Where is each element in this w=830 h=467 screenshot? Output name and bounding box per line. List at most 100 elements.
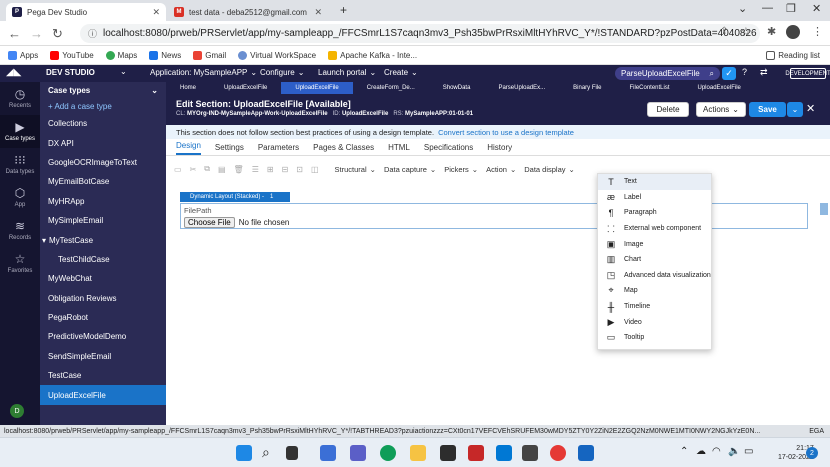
case-type-item[interactable]: TestCase [40, 366, 166, 385]
cloud-icon[interactable]: ☁ [696, 446, 706, 457]
layout-edge-handle[interactable] [820, 203, 828, 215]
split-icon[interactable]: ◫ [311, 165, 319, 174]
align-icon[interactable]: ☰ [252, 165, 259, 174]
ws-tab[interactable]: ShowData [429, 85, 485, 91]
task-view-icon[interactable] [286, 446, 298, 460]
save-button[interactable]: Save [749, 102, 786, 117]
chevron-up-icon[interactable]: ⌃ [680, 446, 688, 457]
app-icon[interactable] [468, 445, 484, 461]
pickers-menu[interactable]: Pickers ⌄ [444, 165, 478, 174]
volume-icon[interactable]: 🔈 [728, 446, 740, 457]
chevron-down-icon[interactable]: ⌄ [738, 2, 747, 15]
chevron-down-icon[interactable]: ⌄ [120, 67, 127, 76]
info-icon[interactable]: ⓘ [88, 27, 97, 40]
menu-item-label[interactable]: æ Label [598, 190, 711, 206]
terminal-icon[interactable] [522, 445, 538, 461]
menu-item-paragraph[interactable]: ¶ Paragraph [598, 205, 711, 221]
extensions-icon[interactable]: ✱ [767, 25, 776, 38]
data-capture-menu[interactable]: Data capture ⌄ [384, 165, 436, 174]
widgets-icon[interactable] [320, 445, 336, 461]
browser-tab-pega[interactable]: P Pega Dev Studio ✕ [6, 3, 166, 21]
application-menu[interactable]: Application: MySampleAPP ⌄ [150, 68, 257, 77]
insert-row-icon[interactable]: ⊞ [267, 165, 274, 174]
new-tab-button[interactable]: + [340, 3, 347, 17]
help-icon[interactable]: ? [742, 67, 747, 77]
case-type-item-selected[interactable]: UploadExcelFile [40, 385, 166, 405]
copy-icon[interactable]: ⧉ [204, 164, 210, 174]
tab-parameters[interactable]: Parameters [258, 143, 299, 155]
ws-tab[interactable]: FileContentList [615, 85, 683, 91]
nav-favorites[interactable]: ☆ Favorites [0, 247, 40, 280]
ws-tab[interactable]: Binary File [559, 85, 615, 91]
ws-tab-active[interactable]: UploadExcelFile [281, 82, 353, 94]
delete-button[interactable]: Delete [647, 102, 689, 117]
menu-item-video[interactable]: ▶ Video [598, 314, 711, 330]
nav-case-types[interactable]: ▶ Case types [0, 115, 40, 148]
bookmark-news[interactable]: News [149, 50, 181, 60]
search-icon[interactable]: ⌕ [710, 69, 714, 79]
user-avatar[interactable]: D [10, 404, 24, 418]
tab-html[interactable]: HTML [388, 143, 410, 155]
menu-item-text[interactable]: T Text [598, 174, 711, 190]
ws-tab[interactable]: UploadExcelFile [210, 85, 281, 91]
case-type-item-expanded[interactable]: ▾ MyTestCase [40, 230, 166, 249]
merge-icon[interactable]: ⊡ [296, 165, 303, 174]
studio-switcher[interactable]: DEV STUDIO [46, 68, 95, 77]
launch-portal-menu[interactable]: Launch portal ⌄ [318, 68, 376, 77]
avatar[interactable] [786, 25, 800, 39]
store-icon[interactable] [440, 445, 456, 461]
case-type-item[interactable]: MyEmailBotCase [40, 172, 166, 191]
menu-item-map[interactable]: ⌖ Map [598, 283, 711, 299]
convert-section-link[interactable]: Convert section to use a design template [438, 128, 574, 137]
case-type-item[interactable]: Collections [40, 114, 166, 133]
close-window-icon[interactable]: ✕ [812, 2, 821, 15]
nav-data-types[interactable]: ⁝⁝⁝ Data types [0, 148, 40, 181]
reload-icon[interactable]: ↻ [52, 26, 63, 42]
bookmark-apps[interactable]: Apps [8, 50, 38, 60]
structural-menu[interactable]: Structural ⌄ [335, 165, 376, 174]
search-input[interactable]: ParseUploadExcelFile ⌕ [615, 67, 720, 80]
star-icon[interactable]: ☆ [741, 25, 751, 38]
data-display-menu[interactable]: Data display ⌄ [524, 165, 575, 174]
tab-history[interactable]: History [487, 143, 512, 155]
tab-design[interactable]: Design [176, 141, 201, 155]
case-type-item[interactable]: SendSimpleEmail [40, 347, 166, 366]
configure-menu[interactable]: Configure ⌄ [260, 68, 304, 77]
wifi-icon[interactable]: ◠ [712, 446, 721, 457]
ws-tab[interactable]: CreateForm_De... [353, 85, 429, 91]
nav-recents[interactable]: ◷ Recents [0, 82, 40, 115]
share-icon[interactable]: ⇪ [720, 26, 728, 37]
case-types-header[interactable]: Case types ⌄ [40, 82, 166, 98]
case-type-item[interactable]: PegaRobot [40, 308, 166, 327]
nav-app[interactable]: ⬡ App [0, 181, 40, 214]
check-icon[interactable]: ✓ [722, 67, 736, 80]
ws-tab[interactable]: UploadExcelFile [684, 85, 755, 91]
case-type-item[interactable]: MySimpleEmail [40, 211, 166, 230]
switch-icon[interactable]: ⇄ [760, 67, 768, 78]
tab-specifications[interactable]: Specifications [424, 143, 473, 155]
tab-settings[interactable]: Settings [215, 143, 244, 155]
chrome-icon[interactable] [550, 445, 566, 461]
delete-icon[interactable]: 🗑 [234, 165, 244, 174]
maximize-icon[interactable]: ❐ [786, 2, 796, 15]
bookmark-gmail[interactable]: Gmail [193, 50, 226, 60]
case-type-item[interactable]: PredictiveModelDemo [40, 327, 166, 346]
back-icon[interactable]: ← [8, 26, 21, 41]
menu-icon[interactable]: ⋮ [812, 25, 823, 38]
nav-records[interactable]: ≋ Records [0, 214, 40, 247]
windows-start-icon[interactable] [236, 445, 252, 461]
edge-icon[interactable] [380, 445, 396, 461]
minimize-icon[interactable]: — [762, 2, 773, 14]
tab-pages-classes[interactable]: Pages & Classes [313, 143, 374, 155]
create-menu[interactable]: Create ⌄ [384, 68, 418, 77]
case-type-item[interactable]: MyWebChat [40, 269, 166, 288]
ws-tab[interactable]: Home [166, 85, 210, 91]
menu-item-timeline[interactable]: ╫ Timeline [598, 299, 711, 315]
case-type-item[interactable]: GoogleOCRImageToText [40, 153, 166, 172]
add-case-type-link[interactable]: + Add a case type [40, 98, 166, 114]
url-field[interactable]: ⓘ localhost:8080/prweb/PRServlet/app/my-… [80, 24, 760, 43]
bookmark-virtual-workspace[interactable]: Virtual WorkSpace [238, 50, 316, 60]
action-menu[interactable]: Action ⌄ [486, 165, 516, 174]
mail-icon[interactable] [496, 445, 512, 461]
file-explorer-icon[interactable] [410, 445, 426, 461]
